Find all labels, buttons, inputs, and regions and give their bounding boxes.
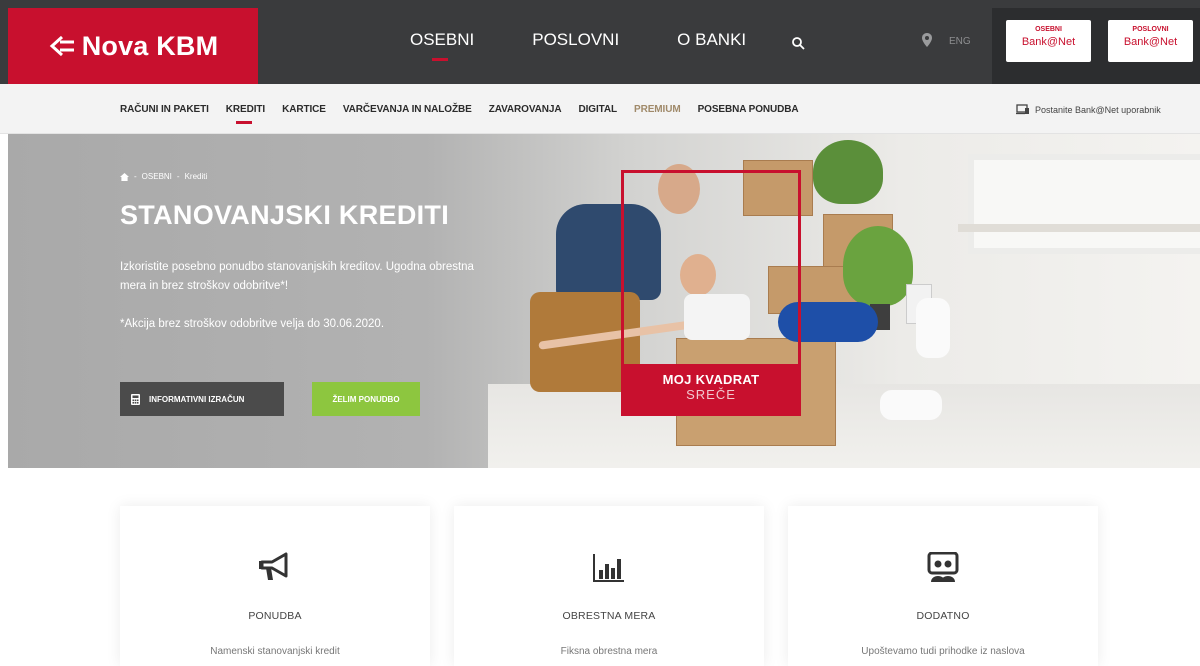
hero-window (968, 154, 1200, 254)
calculator-icon (131, 393, 140, 405)
logo-text: Nova KBM (81, 30, 219, 61)
devices-icon (1016, 104, 1029, 115)
card-description: Namenski stanovanjski kredit (210, 646, 340, 657)
breadcrumb-separator: - (134, 172, 137, 181)
banknet-business-bottom: Bank@Net (1123, 36, 1178, 48)
become-user-label: Postanite Bank@Net uporabnik (1035, 104, 1161, 115)
logo-arrow-icon (49, 35, 74, 57)
card-dodatno[interactable]: DODATNO Upoštevamo tudi prihodke iz nasl… (788, 506, 1098, 666)
card-title: DODATNO (916, 610, 970, 622)
request-offer-button[interactable]: ŽELIM PONUDBO (312, 382, 420, 416)
informative-calculation-label: INFORMATIVNI IZRAČUN (149, 394, 245, 404)
nav-osebni[interactable]: OSEBNI (410, 30, 474, 61)
page-title: STANOVANJSKI KREDITI (120, 200, 450, 230)
card-ponudba[interactable]: PONUDBA Namenski stanovanjski kredit (120, 506, 430, 666)
banknet-area: OSEBNI Bank@Net POSLOVNI Bank@Net (992, 8, 1200, 84)
subnav-posebna-ponudba[interactable]: POSEBNA PONUDBA (698, 104, 799, 115)
top-bar: Nova KBM OSEBNI POSLOVNI O BANKI ENG OSE… (0, 0, 1200, 84)
bar-chart-icon (593, 554, 624, 582)
hero-plant (843, 226, 913, 306)
sub-nav: RAČUNI IN PAKETI KREDITI KARTICE VARČEVA… (0, 84, 1200, 134)
card-description: Upoštevamo tudi prihodke iz naslova (861, 646, 1025, 657)
home-icon[interactable] (120, 172, 129, 181)
hero-shelf (958, 224, 1200, 232)
logo[interactable]: Nova KBM (8, 8, 258, 84)
subnav-racuni[interactable]: RAČUNI IN PAKETI (120, 104, 209, 115)
campaign-badge[interactable]: MOJ KVADRAT SREČE (621, 364, 801, 416)
language-switch[interactable]: ENG (949, 36, 971, 47)
hero-plant (813, 140, 883, 204)
card-obrestna-mera[interactable]: OBRESTNA MERA Fiksna obrestna mera (454, 506, 764, 666)
nav-o-banki[interactable]: O BANKI (677, 30, 746, 50)
subnav-premium[interactable]: PREMIUM (634, 104, 681, 115)
hero-note: *Akcija brez stroškov odobritve velja do… (120, 318, 385, 330)
informative-calculation-button[interactable]: INFORMATIVNI IZRAČUN (120, 382, 284, 416)
subnav-varcevanja[interactable]: VARČEVANJA IN NALOŽBE (343, 104, 472, 115)
hero-girl-shoe (916, 298, 950, 358)
search-icon[interactable] (791, 36, 805, 50)
subnav-kartice[interactable]: KARTICE (282, 104, 326, 115)
breadcrumb-krediti: Krediti (184, 172, 208, 181)
become-user-link[interactable]: Postanite Bank@Net uporabnik (1016, 104, 1161, 115)
subnav-zavarovanja[interactable]: ZAVAROVANJA (489, 104, 562, 115)
megaphone-icon (259, 552, 288, 580)
nav-poslovni[interactable]: POSLOVNI (532, 30, 619, 50)
banknet-personal-top: OSEBNI (1035, 26, 1062, 33)
card-description: Fiksna obrestna mera (560, 646, 658, 657)
hero-description: Izkoristite posebno ponudbo stanovanjski… (120, 261, 474, 292)
banknet-business-button[interactable]: POSLOVNI Bank@Net (1108, 20, 1193, 62)
subnav-digital[interactable]: DIGITAL (578, 104, 617, 115)
hero-floor (488, 384, 1200, 468)
banknet-personal-bottom: Bank@Net (1021, 36, 1076, 48)
campaign-line1: MOJ KVADRAT (662, 372, 760, 387)
campaign-line2: SREČE (686, 387, 736, 402)
breadcrumb: - OSEBNI - Krediti (120, 172, 207, 181)
people-board-icon (927, 552, 959, 582)
hero-banner: - OSEBNI - Krediti STANOVANJSKI KREDITI … (8, 134, 1200, 468)
map-pin-icon[interactable] (921, 32, 933, 48)
banknet-business-top: POSLOVNI (1132, 26, 1169, 33)
banknet-personal-button[interactable]: OSEBNI Bank@Net (1006, 20, 1091, 62)
breadcrumb-separator: - (176, 172, 180, 181)
main-nav: OSEBNI POSLOVNI O BANKI (410, 30, 746, 61)
campaign-frame (621, 170, 801, 378)
subnav-krediti[interactable]: KREDITI (226, 104, 265, 124)
breadcrumb-osebni[interactable]: OSEBNI (142, 172, 172, 181)
hero-girl-shoe (880, 390, 942, 420)
card-title: PONUDBA (248, 610, 302, 622)
card-title: OBRESTNA MERA (562, 610, 656, 622)
